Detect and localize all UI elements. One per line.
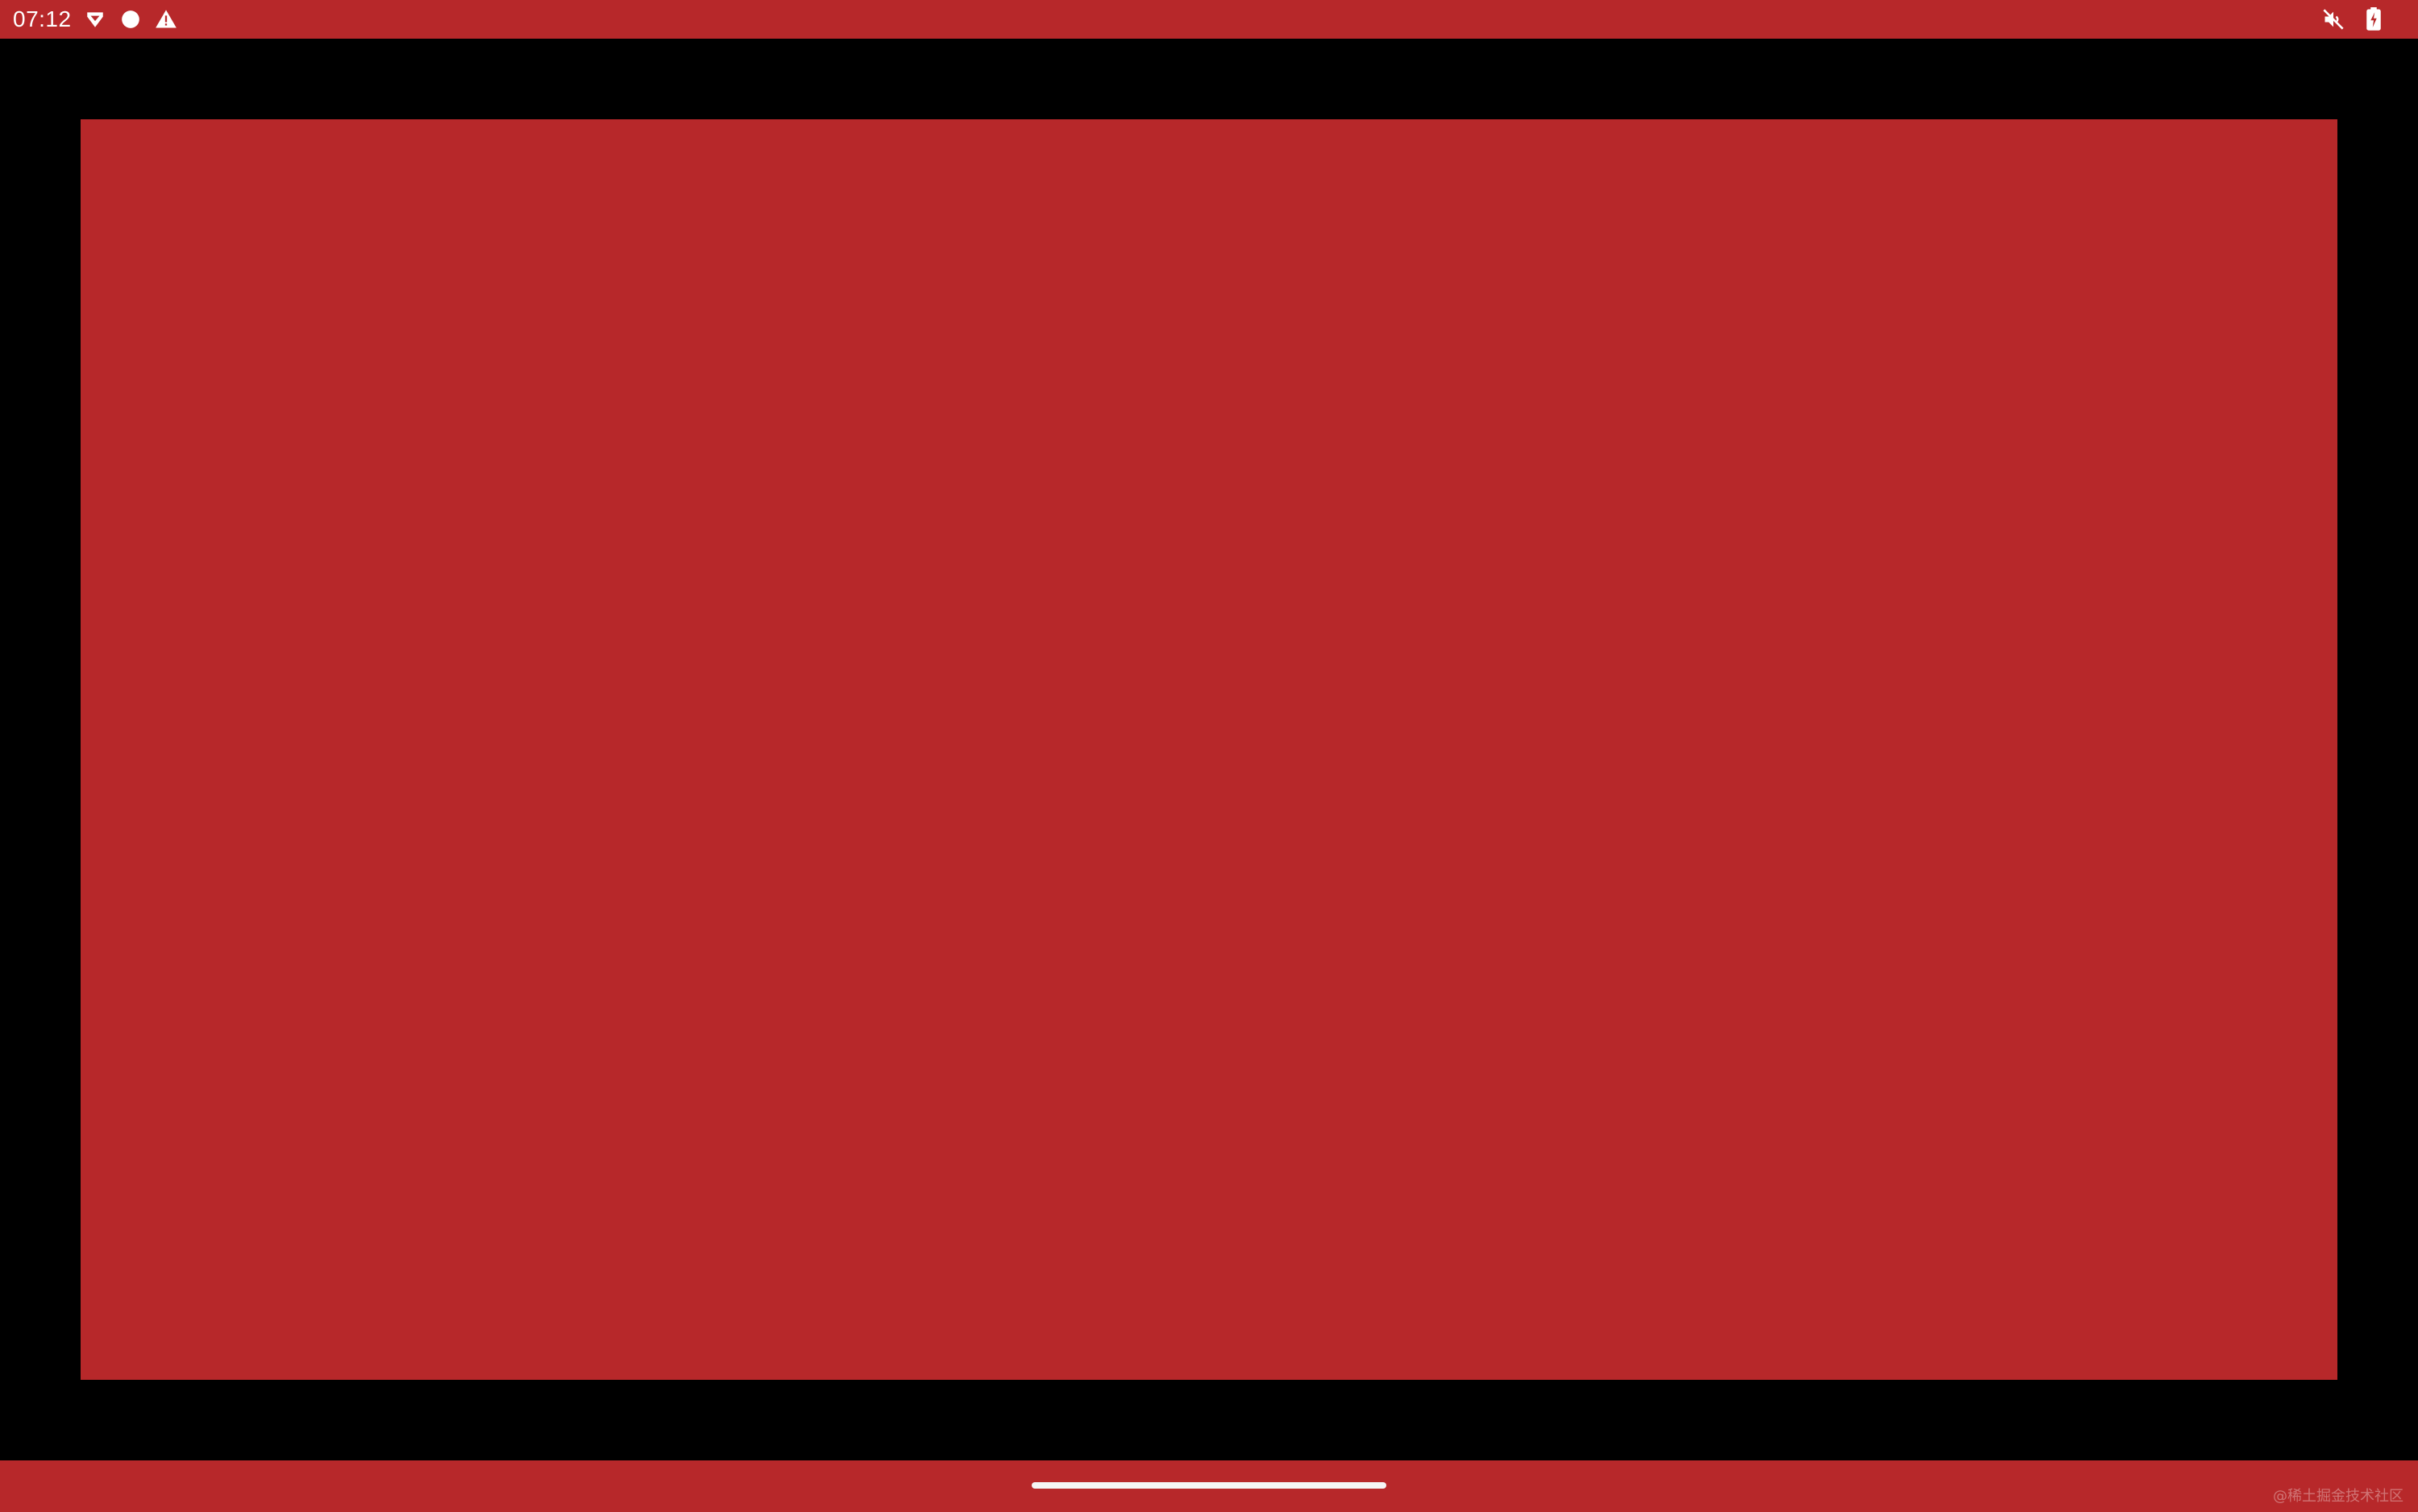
navigation-bar: @稀土掘金技术社区 <box>0 1460 2418 1512</box>
status-bar: 07:12 <box>0 0 2418 39</box>
status-left-group: 07:12 <box>13 0 178 39</box>
shield-icon <box>83 7 107 31</box>
home-gesture-handle[interactable] <box>1032 1482 1386 1489</box>
record-dot-icon <box>118 7 143 31</box>
app-content-area <box>0 39 2418 1460</box>
device-screen: 07:12 @稀土掘金技术社区 <box>0 0 2418 1512</box>
red-content-panel <box>81 119 2337 1380</box>
status-right-group <box>2321 0 2386 39</box>
clock: 07:12 <box>13 6 72 31</box>
warning-icon <box>154 7 178 31</box>
battery-charging-icon <box>2362 7 2386 31</box>
speaker-muted-icon <box>2321 7 2345 31</box>
watermark-text: @稀土掘金技术社区 <box>2273 1488 2403 1505</box>
